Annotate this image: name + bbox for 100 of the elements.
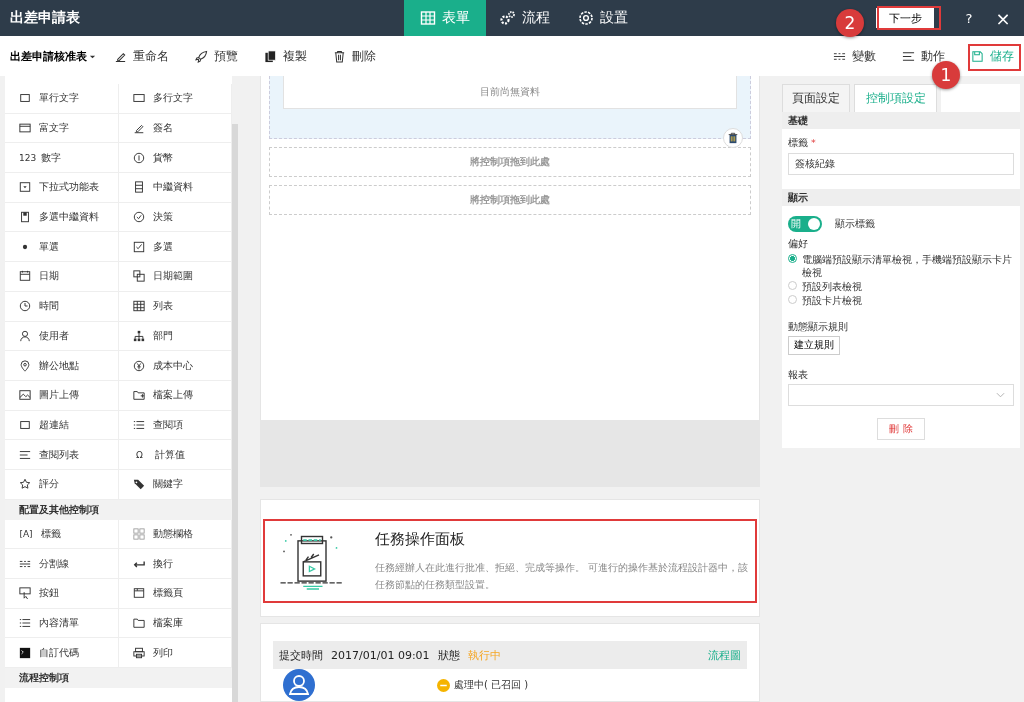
form-select[interactable]: 出差申請核准表 (8, 46, 98, 66)
nav-tab[interactable]: 流程 (486, 0, 564, 36)
indented-list-icon (902, 49, 915, 63)
stack-icon (132, 181, 145, 194)
field-label: 偏好 (788, 238, 809, 251)
submit-time-label: 提交時間 (279, 647, 323, 663)
highlight-frame (877, 6, 941, 30)
control-item[interactable]: 查閱列表 (5, 440, 119, 469)
control-item[interactable]: 評分 (5, 469, 119, 499)
printer-icon (132, 646, 145, 659)
org-chart-icon (132, 329, 145, 342)
coin-icon (132, 151, 145, 164)
field-label: 標籤 (788, 137, 808, 148)
delete-button[interactable] (723, 128, 743, 148)
option-label: 預設卡片檢視 (802, 294, 863, 307)
control-item[interactable]: 日期 (5, 262, 119, 291)
tab-page-icon (132, 587, 145, 600)
next-button[interactable]: 下一步 (876, 8, 934, 28)
chevron-down-icon (996, 392, 1005, 398)
toolbar-action[interactable]: 重命名 (108, 43, 175, 69)
control-item[interactable]: 圖片上傳 (5, 380, 119, 410)
pointer-icon (19, 587, 31, 600)
dropdown-icon (19, 181, 31, 194)
delete-button[interactable]: 刪 除 (877, 418, 925, 440)
control-item[interactable]: 單選 (5, 232, 119, 262)
control-item[interactable]: 下拉式功能表 (5, 173, 119, 202)
help-button[interactable]: ? (952, 3, 986, 33)
text-box-icon (19, 92, 31, 105)
check-circle-icon (132, 211, 145, 224)
yen-icon (132, 359, 145, 372)
nav-tab[interactable]: 設置 (564, 0, 642, 36)
control-item[interactable]: 單行文字 (5, 84, 119, 113)
pen-icon (132, 122, 145, 135)
pending-icon (437, 678, 450, 692)
control-item[interactable]: 內容清單 (5, 608, 119, 638)
grid-icon (132, 527, 145, 540)
star-icon (19, 478, 31, 491)
gears-icon (500, 10, 516, 26)
control-item[interactable]: 使用者 (5, 321, 119, 351)
field-label: 動態顯示規則 (788, 321, 849, 334)
submit-time: 2017/01/01 09:01 (331, 648, 430, 662)
folder-icon (132, 617, 145, 630)
highlight-frame (968, 44, 1021, 71)
option-label: 電腦端預設顯示清單檢視，手機端預設顯示卡片檢視 (802, 253, 1013, 279)
toolbar-action[interactable]: 變數 (827, 43, 882, 69)
book-icon (19, 211, 31, 224)
checkbox-icon (132, 240, 145, 253)
panel-title: 任務操作面板 (375, 529, 466, 549)
control-item[interactable]: 時間 (5, 291, 119, 321)
control-icon: Ω (132, 449, 147, 460)
calendar-icon (19, 270, 31, 283)
trash-icon (727, 132, 739, 144)
create-rule-button[interactable]: 建立規則 (788, 336, 840, 355)
control-item[interactable]: 多選中繼資料 (5, 202, 119, 232)
trash-icon (333, 49, 346, 63)
text-box-icon (132, 92, 145, 105)
location-pin-icon (19, 359, 31, 372)
link-box-icon (19, 418, 31, 431)
report-select[interactable] (788, 384, 1014, 406)
field-label: 報表 (788, 369, 809, 382)
control-item[interactable]: 多行文字 (118, 84, 232, 113)
form-title: 出差申請表 (9, 9, 81, 27)
control-item[interactable]: 按鈕 (5, 579, 119, 608)
control-item[interactable]: 超連結 (5, 410, 119, 440)
radio-button[interactable] (788, 254, 797, 263)
scrollbar[interactable] (232, 124, 238, 702)
group-heading: 配置及其他控制項 (5, 499, 232, 520)
tag-icon (132, 478, 145, 491)
save-icon (971, 49, 984, 63)
selected-control[interactable]: 目前尚無資料 (269, 76, 751, 139)
gear-icon (578, 10, 594, 26)
option-label: 預設列表檢視 (802, 280, 863, 293)
toolbar-action[interactable]: 複製 (258, 43, 313, 69)
control-item[interactable]: 富文字 (5, 113, 119, 143)
empty-text: 目前尚無資料 (480, 85, 540, 99)
indented-list-icon (19, 448, 31, 461)
control-item[interactable]: 自訂代碼 (5, 638, 119, 668)
step-status: 處理中( 已召回 ) (454, 678, 529, 692)
group-heading: 流程控制項 (5, 668, 232, 689)
control-item[interactable]: 辦公地點 (5, 351, 119, 380)
label-input[interactable]: 簽核紀錄 (788, 153, 1014, 175)
status-label: 狀態 (437, 647, 460, 663)
image-icon (19, 389, 31, 402)
toggle-label: 顯示標籤 (835, 217, 875, 231)
clock-icon (19, 300, 31, 313)
control-item[interactable]: 123 數字 (5, 143, 119, 173)
control-item[interactable]: 分割線 (5, 549, 119, 578)
close-button[interactable]: × (986, 3, 1020, 33)
toolbar-action[interactable]: 刪除 (327, 43, 382, 69)
copy-icon (264, 49, 277, 63)
toolbar-action[interactable]: 預覽 (189, 43, 244, 69)
rocket-icon (195, 49, 208, 63)
list-icon (19, 617, 31, 630)
drop-zone-text: 將控制項拖到此處 (470, 193, 550, 207)
drop-zone-text: 將控制項拖到此處 (470, 155, 550, 169)
table-icon (420, 10, 436, 26)
control-item[interactable]: [A] 標籤 (5, 519, 119, 549)
settings-tab[interactable]: 頁面設定 (782, 84, 850, 112)
control-icon: [A] (19, 528, 33, 539)
person-icon (19, 329, 31, 342)
